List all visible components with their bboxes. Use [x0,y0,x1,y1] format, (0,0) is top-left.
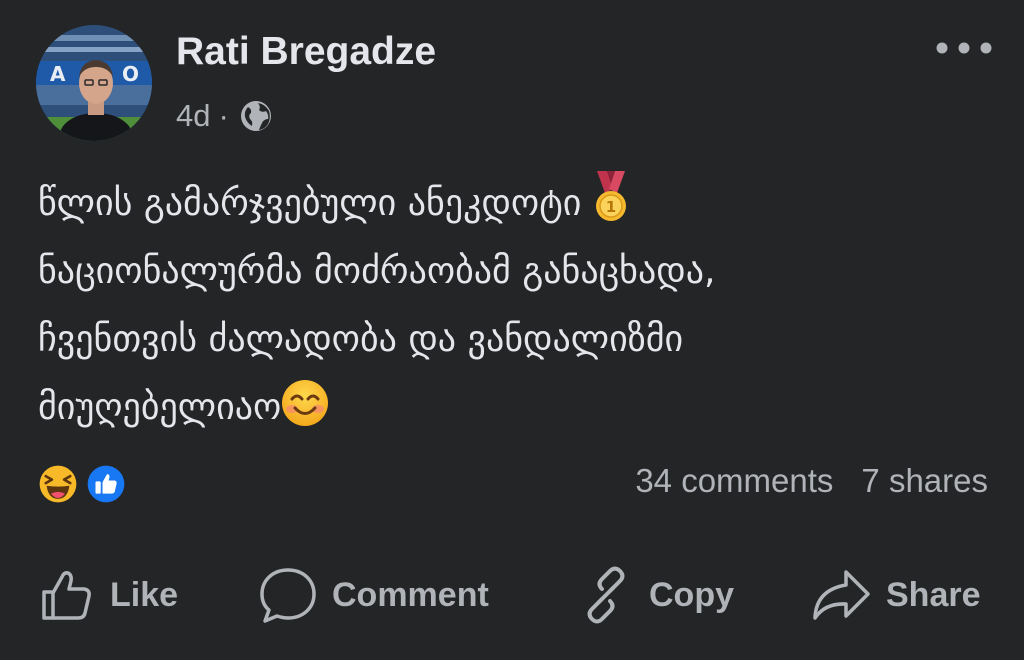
post-text-line-2: ნაციონალურმა მოძრაობამ განაცხადა, [38,251,716,292]
share-arrow-icon [813,570,870,620]
svg-text:O: O [122,62,139,86]
post-text-line-3: ჩვენთვის ძალადობა და ვანდალიზმი [38,319,684,360]
post-meta: 4d · [176,96,273,136]
post-text: წლის გამარჯვებული ანეკდოტი 1 ნაციონალურმ… [38,170,988,442]
post-stats: 34 comments 7 shares [635,462,988,500]
copy-button[interactable]: Copy [577,560,734,630]
more-options-icon[interactable] [934,36,994,60]
reactions-summary[interactable] [34,460,134,508]
svg-text:A: A [50,62,66,86]
like-button[interactable]: Like [38,560,178,630]
copy-label: Copy [649,575,734,614]
post-text-line: მიუღებელიაო [38,374,988,442]
thumbs-up-icon [42,571,91,620]
like-label: Like [110,575,179,614]
post-text-line-1: წლის გამარჯვებული ანეკდოტი [38,183,593,224]
like-reaction-icon [82,460,130,508]
comment-label: Comment [332,575,489,614]
shares-count[interactable]: 7 shares [861,462,988,500]
comment-icon [260,568,316,623]
meta-separator: · [218,98,229,133]
share-button[interactable]: Share [810,560,981,630]
post-text-line: წლის გამარჯვებული ანეკდოტი 1 [38,170,988,238]
comments-count[interactable]: 34 comments [635,462,833,500]
post-text-line-4: მიუღებელიაო [38,387,282,428]
smiling-face-emoji [282,380,329,426]
action-bar: Like Comment Copy Share [0,560,1024,630]
svg-text:1: 1 [606,198,616,216]
laughing-reaction-icon [34,460,82,508]
share-label: Share [886,575,981,614]
comment-button[interactable]: Comment [258,560,489,630]
globe-icon[interactable] [239,99,273,133]
author-avatar[interactable]: A O [36,25,152,141]
link-icon [587,566,625,624]
post-time[interactable]: 4d [176,98,210,134]
first-place-medal-emoji: 1 [595,171,626,221]
author-name[interactable]: Rati Bregadze [176,30,436,74]
